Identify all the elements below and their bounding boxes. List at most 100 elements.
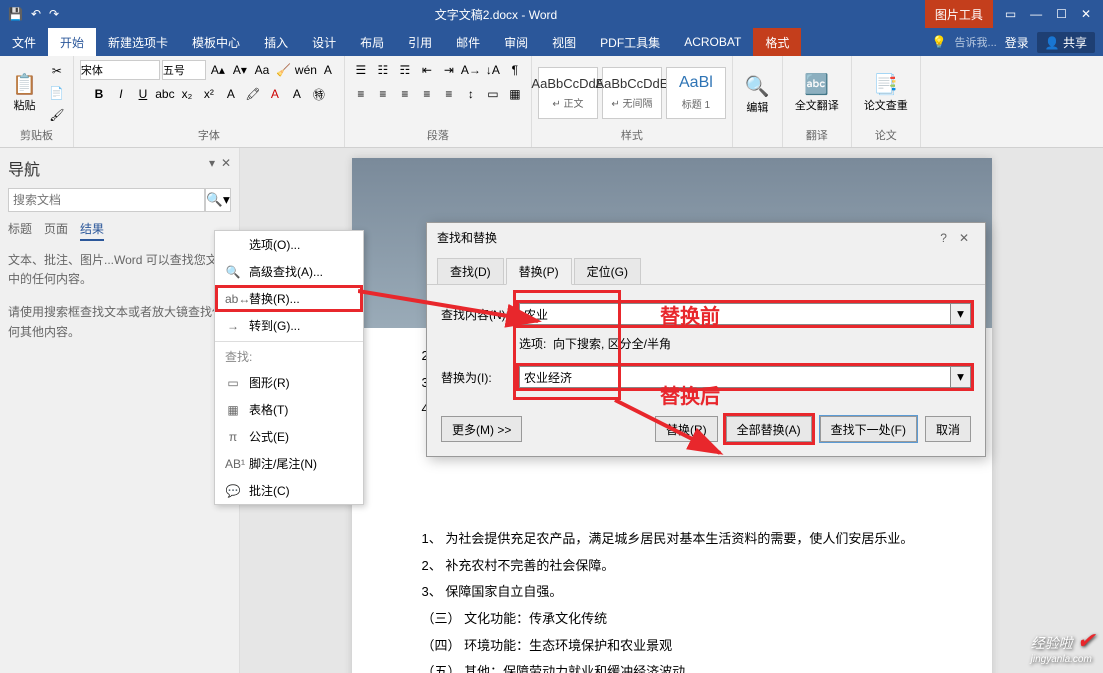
style-normal[interactable]: AaBbCcDdE↵ 正文 — [538, 67, 598, 119]
close-pane-icon[interactable]: ✕ — [221, 156, 231, 170]
align-right-icon[interactable]: ≡ — [395, 84, 415, 104]
redo-icon[interactable]: ↷ — [49, 7, 59, 21]
grow-font-icon[interactable]: A▴ — [208, 60, 228, 80]
borders-icon[interactable]: ▦ — [505, 84, 525, 104]
replace-with-input[interactable] — [519, 366, 951, 388]
numbering-icon[interactable]: ☷ — [373, 60, 393, 80]
underline-button[interactable]: U — [133, 84, 153, 104]
dialog-tab-goto[interactable]: 定位(G) — [574, 258, 641, 284]
tab-review[interactable]: 审阅 — [492, 28, 540, 56]
justify-icon[interactable]: ≡ — [417, 84, 437, 104]
font-color-icon[interactable]: A — [265, 84, 285, 104]
bold-button[interactable]: B — [89, 84, 109, 104]
menu-find-footnotes[interactable]: AB¹脚注/尾注(N) — [215, 450, 363, 477]
menu-find-tables[interactable]: ▦表格(T) — [215, 396, 363, 423]
tab-format[interactable]: 格式 — [753, 28, 801, 56]
style-no-spacing[interactable]: AaBbCcDdE↵ 无间隔 — [602, 67, 662, 119]
nav-tab-pages[interactable]: 页面 — [44, 220, 68, 241]
search-input[interactable] — [8, 188, 205, 212]
tab-insert[interactable]: 插入 — [252, 28, 300, 56]
cancel-button[interactable]: 取消 — [925, 416, 971, 442]
copy-icon[interactable]: 📄 — [47, 83, 67, 103]
shrink-font-icon[interactable]: A▾ — [230, 60, 250, 80]
format-painter-icon[interactable]: 🖌 — [47, 105, 67, 125]
highlight-icon[interactable]: 🖍 — [243, 84, 263, 104]
ribbon-options-icon[interactable]: ▭ — [1005, 7, 1016, 21]
paste-button[interactable]: 📋 粘贴 — [6, 70, 43, 115]
dialog-close-icon[interactable]: ✕ — [953, 231, 975, 245]
menu-replace[interactable]: ab↔替换(R)... — [215, 285, 363, 312]
menu-goto[interactable]: →转到(G)... — [215, 312, 363, 339]
find-next-button[interactable]: 查找下一处(F) — [820, 416, 917, 442]
show-marks-icon[interactable]: ¶ — [505, 60, 525, 80]
dialog-help-icon[interactable]: ? — [934, 231, 953, 245]
font-size-input[interactable] — [162, 60, 206, 80]
share-button[interactable]: 👤 共享 — [1037, 32, 1095, 53]
more-button[interactable]: 更多(M) >> — [441, 416, 522, 442]
clear-format-icon[interactable]: 🧹 — [274, 60, 294, 80]
align-left-icon[interactable]: ≡ — [351, 84, 371, 104]
italic-button[interactable]: I — [111, 84, 131, 104]
tab-design[interactable]: 设计 — [300, 28, 348, 56]
shading-icon[interactable]: ▭ — [483, 84, 503, 104]
tab-references[interactable]: 引用 — [396, 28, 444, 56]
translate-button[interactable]: 🔤全文翻译 — [789, 70, 845, 115]
increase-indent-icon[interactable]: ⇥ — [439, 60, 459, 80]
edit-button[interactable]: 🔍编辑 — [739, 72, 776, 117]
decrease-indent-icon[interactable]: ⇤ — [417, 60, 437, 80]
login-button[interactable]: 登录 — [1005, 34, 1029, 51]
menu-options[interactable]: 选项(O)... — [215, 231, 363, 258]
style-heading1[interactable]: AaBl标题 1 — [666, 67, 726, 119]
menu-advanced-find[interactable]: 🔍高级查找(A)... — [215, 258, 363, 285]
menu-find-equations[interactable]: π公式(E) — [215, 423, 363, 450]
dialog-tab-find[interactable]: 查找(D) — [437, 258, 504, 284]
find-what-dropdown[interactable]: ▾ — [951, 303, 971, 325]
tab-layout[interactable]: 布局 — [348, 28, 396, 56]
pin-icon[interactable]: ▾ — [209, 156, 215, 170]
tab-acrobat[interactable]: ACROBAT — [672, 28, 753, 56]
subscript-button[interactable]: x₂ — [177, 84, 197, 104]
replace-with-dropdown[interactable]: ▾ — [951, 366, 971, 388]
distribute-icon[interactable]: ≡ — [439, 84, 459, 104]
tab-template[interactable]: 模板中心 — [180, 28, 252, 56]
doc-line: （五） 其他：保障劳动力就业和缓冲经济波动 — [422, 660, 922, 673]
strike-button[interactable]: abc — [155, 84, 175, 104]
ltr-icon[interactable]: A→ — [461, 60, 481, 80]
tab-new-option[interactable]: 新建选项卡 — [96, 28, 180, 56]
sort-icon[interactable]: ↓A — [483, 60, 503, 80]
close-icon[interactable]: ✕ — [1081, 7, 1091, 21]
tab-view[interactable]: 视图 — [540, 28, 588, 56]
bullets-icon[interactable]: ☰ — [351, 60, 371, 80]
phonetic-icon[interactable]: wén — [296, 60, 316, 80]
enclose-char-icon[interactable]: ㊕ — [309, 84, 329, 104]
replace-all-button[interactable]: 全部替换(A) — [726, 416, 812, 442]
plagiarism-check-button[interactable]: 📑论文查重 — [858, 70, 914, 115]
align-center-icon[interactable]: ≡ — [373, 84, 393, 104]
save-icon[interactable]: 💾 — [8, 7, 23, 21]
change-case-icon[interactable]: Aa — [252, 60, 272, 80]
char-border-icon[interactable]: A — [318, 60, 338, 80]
maximize-icon[interactable]: ☐ — [1056, 7, 1067, 21]
char-shading-icon[interactable]: A — [287, 84, 307, 104]
tab-home[interactable]: 开始 — [48, 28, 96, 56]
undo-icon[interactable]: ↶ — [31, 7, 41, 21]
menu-find-graphics[interactable]: ▭图形(R) — [215, 369, 363, 396]
tab-pdf[interactable]: PDF工具集 — [588, 28, 672, 56]
tab-file[interactable]: 文件 — [0, 28, 48, 56]
text-effects-icon[interactable]: A — [221, 84, 241, 104]
line-spacing-icon[interactable]: ↕ — [461, 84, 481, 104]
tab-mail[interactable]: 邮件 — [444, 28, 492, 56]
nav-tab-headings[interactable]: 标题 — [8, 220, 32, 241]
dialog-tab-replace[interactable]: 替换(P) — [506, 258, 572, 285]
arrow-right-icon: → — [225, 319, 241, 333]
find-what-input[interactable] — [519, 303, 951, 325]
menu-find-comments[interactable]: 💬批注(C) — [215, 477, 363, 504]
search-dropdown-button[interactable]: 🔍▾ — [205, 188, 231, 212]
multilevel-icon[interactable]: ☶ — [395, 60, 415, 80]
minimize-icon[interactable]: ― — [1030, 7, 1042, 21]
cut-icon[interactable]: ✂ — [47, 61, 67, 81]
tell-me-input[interactable]: 告诉我... — [955, 34, 997, 50]
superscript-button[interactable]: x² — [199, 84, 219, 104]
nav-tab-results[interactable]: 结果 — [80, 220, 104, 241]
font-name-input[interactable] — [80, 60, 160, 80]
